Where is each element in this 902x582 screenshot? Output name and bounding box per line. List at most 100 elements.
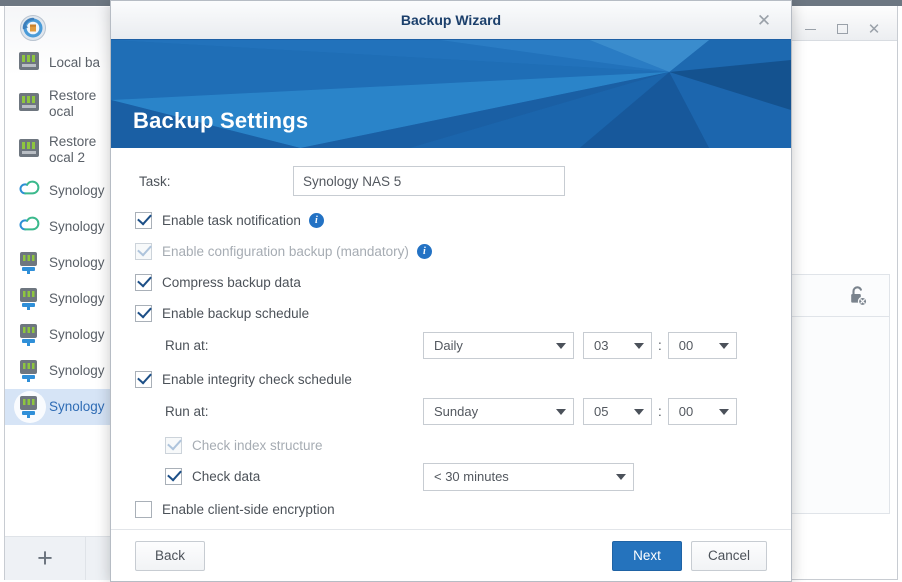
backup-schedule-row: Run at: Daily 03 : 00 <box>135 329 767 362</box>
nas-icon <box>19 396 41 418</box>
option-label: Enable backup schedule <box>162 306 309 321</box>
option-row-integrity-check[interactable]: Enable integrity check schedule <box>135 364 767 395</box>
chevron-down-icon <box>719 409 729 415</box>
sidebar: Local ba Restoreocal Restoreocal 2 Synol… <box>5 7 114 580</box>
info-icon[interactable]: i <box>309 213 324 228</box>
rack-icon <box>19 52 41 74</box>
option-label: Enable task notification <box>162 213 301 228</box>
sidebar-item-label: Synology <box>49 327 105 343</box>
chevron-down-icon <box>634 409 644 415</box>
next-button[interactable]: Next <box>612 541 682 571</box>
backup-hour-value: 03 <box>594 338 608 353</box>
sidebar-item-synology-nas-2[interactable]: Synology <box>5 281 114 317</box>
rack-icon <box>19 139 41 161</box>
unlock-disabled-icon <box>848 286 867 306</box>
sidebar-item-synology-c2-1[interactable]: Synology <box>5 173 114 209</box>
time-separator: : <box>652 338 668 353</box>
integrity-frequency-select[interactable]: Sunday <box>423 398 574 425</box>
checkbox-check-index-structure <box>165 437 182 454</box>
rack-icon <box>19 93 41 115</box>
sidebar-item-local-backup[interactable]: Local ba <box>5 45 114 81</box>
sidebar-item-label: Synology <box>49 363 105 379</box>
maximize-button[interactable] <box>827 17 857 41</box>
screen: ✕ scheduled ... <box>0 0 902 582</box>
chevron-down-icon <box>719 343 729 349</box>
checkbox-check-data[interactable] <box>165 468 182 485</box>
integrity-minute-value: 00 <box>679 404 693 419</box>
sidebar-item-synology-c2-2[interactable]: Synology <box>5 209 114 245</box>
backup-run-at-label: Run at: <box>135 338 423 353</box>
check-data-left: Check data <box>135 468 423 485</box>
dialog-banner: Backup Settings <box>111 40 791 148</box>
option-label: Check index structure <box>192 438 323 453</box>
sidebar-item-synology-nas-4[interactable]: Synology <box>5 353 114 389</box>
option-row-enable-backup-schedule[interactable]: Enable backup schedule <box>135 298 767 329</box>
option-row-client-side-encryption[interactable]: Enable client-side encryption <box>135 494 767 525</box>
close-icon: ✕ <box>868 22 881 37</box>
cancel-button[interactable]: Cancel <box>691 541 767 571</box>
dialog-close-button[interactable]: ✕ <box>751 7 777 33</box>
checkbox-enable-configuration-backup <box>135 243 152 260</box>
backup-minute-select[interactable]: 00 <box>668 332 737 359</box>
task-label: Task: <box>135 174 293 189</box>
nas-icon <box>19 360 41 382</box>
sidebar-item-synology-nas-3[interactable]: Synology <box>5 317 114 353</box>
sidebar-item-label: Synology <box>49 291 105 307</box>
chevron-down-icon <box>556 409 566 415</box>
dialog-heading: Backup Settings <box>133 108 308 134</box>
nas-icon <box>19 324 41 346</box>
integrity-hour-value: 05 <box>594 404 608 419</box>
option-row-task-notification[interactable]: Enable task notification i <box>135 205 767 236</box>
sidebar-item-label: Synology <box>49 255 105 271</box>
option-row-configuration-backup: Enable configuration backup (mandatory) … <box>135 236 767 267</box>
option-label: Enable configuration backup (mandatory) <box>162 244 409 259</box>
integrity-run-at-label: Run at: <box>135 404 423 419</box>
minimize-button[interactable] <box>795 17 825 41</box>
cloud-icon <box>19 216 41 238</box>
task-row: Task: <box>135 166 767 196</box>
info-icon[interactable]: i <box>417 244 432 259</box>
checkbox-enable-client-side-encryption[interactable] <box>135 501 152 518</box>
time-separator: : <box>652 404 668 419</box>
sidebar-item-synology-nas-1[interactable]: Synology <box>5 245 114 281</box>
close-window-button[interactable]: ✕ <box>859 17 889 41</box>
add-task-button[interactable]: + <box>5 537 86 580</box>
integrity-minute-select[interactable]: 00 <box>668 398 737 425</box>
hyper-backup-logo-icon <box>19 14 47 42</box>
option-label: Enable integrity check schedule <box>162 372 352 387</box>
check-data-duration-select[interactable]: < 30 minutes <box>423 463 634 491</box>
integrity-hour-select[interactable]: 05 <box>583 398 652 425</box>
sidebar-item-restore-local[interactable]: Restoreocal <box>5 81 114 127</box>
sidebar-item-label: Synology <box>49 219 105 235</box>
backup-hour-select[interactable]: 03 <box>583 332 652 359</box>
checkbox-enable-backup-schedule[interactable] <box>135 305 152 322</box>
sidebar-task-list: Local ba Restoreocal Restoreocal 2 Synol… <box>5 45 114 425</box>
dialog-title: Backup Wizard <box>401 12 501 28</box>
back-button[interactable]: Back <box>135 541 205 571</box>
task-input[interactable] <box>293 166 565 196</box>
integrity-frequency-value: Sunday <box>434 404 478 419</box>
check-data-duration-value: < 30 minutes <box>434 469 509 484</box>
option-label: Enable client-side encryption <box>162 502 335 517</box>
check-data-row: Check data < 30 minutes <box>135 461 767 492</box>
integrity-schedule-row: Run at: Sunday 05 : 00 <box>135 395 767 428</box>
checkbox-enable-task-notification[interactable] <box>135 212 152 229</box>
sidebar-item-label: Local ba <box>49 55 100 71</box>
minimize-icon <box>805 29 816 30</box>
maximize-icon <box>837 24 848 34</box>
backup-wizard-dialog: Backup Wizard ✕ Backup Settings <box>110 0 792 582</box>
dialog-titlebar: Backup Wizard ✕ <box>111 1 791 40</box>
sidebar-item-label: Synology <box>49 399 105 415</box>
option-row-compress-backup-data[interactable]: Compress backup data <box>135 267 767 298</box>
sidebar-item-synology-nas-5[interactable]: Synology <box>5 389 114 425</box>
sidebar-item-label: Restoreocal 2 <box>49 134 96 166</box>
cloud-icon <box>19 180 41 202</box>
sidebar-toolbar: + <box>5 536 114 580</box>
backup-frequency-select[interactable]: Daily <box>423 332 574 359</box>
checkbox-enable-integrity-check-schedule[interactable] <box>135 371 152 388</box>
backup-frequency-value: Daily <box>434 338 463 353</box>
sidebar-item-restore-local-2[interactable]: Restoreocal 2 <box>5 127 114 173</box>
checkbox-compress-backup-data[interactable] <box>135 274 152 291</box>
chevron-down-icon <box>616 474 626 480</box>
chevron-down-icon <box>556 343 566 349</box>
